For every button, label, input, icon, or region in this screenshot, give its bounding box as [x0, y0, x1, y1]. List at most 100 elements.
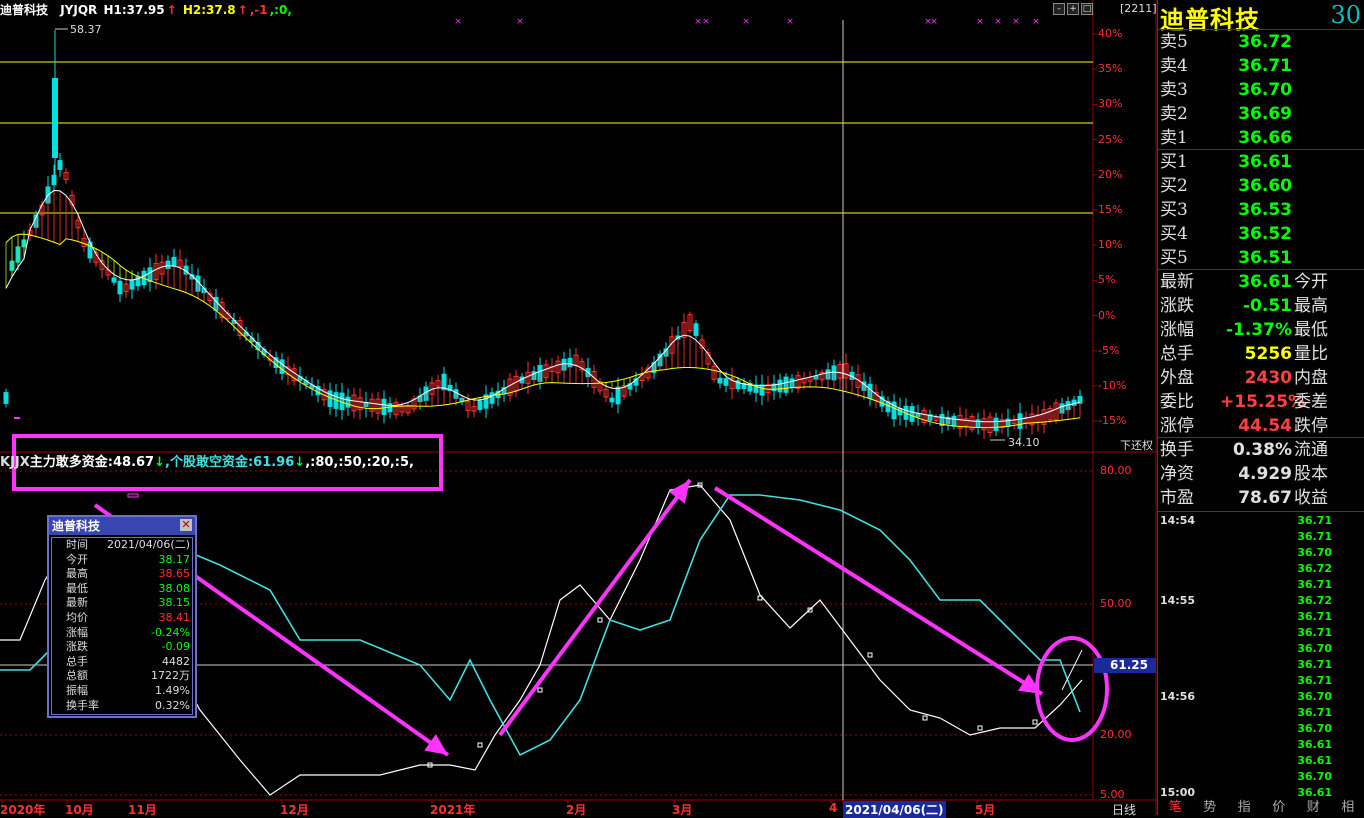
stat-row: 净资4.929股本: [1158, 462, 1364, 486]
stat-label: 最新: [1160, 270, 1194, 294]
popup-value: 38.08: [159, 582, 191, 597]
stat-row: 总手5256量比: [1158, 342, 1364, 366]
current-value: 61.25: [1110, 658, 1148, 673]
tick-price: 36.61: [1278, 753, 1332, 769]
candle-body: [490, 393, 494, 404]
signal-square: [923, 716, 927, 720]
tick-time: 14:56: [1160, 689, 1195, 705]
ask-row[interactable]: 卖236.69: [1158, 102, 1364, 126]
bid-row[interactable]: 买436.52: [1158, 222, 1364, 246]
arrow-b: ↓: [294, 455, 305, 470]
tick-price: 36.70: [1278, 545, 1332, 561]
popup-row: 振幅1.49%: [52, 684, 192, 699]
stat-value: +15.25%: [1220, 390, 1292, 414]
low-mark-label: 34.10: [1008, 436, 1040, 449]
ask-row[interactable]: 卖536.72: [1158, 30, 1364, 54]
popup-value: 4482: [162, 655, 190, 670]
popup-key: 换手率: [66, 699, 99, 714]
close-icon[interactable]: ✕: [180, 519, 192, 531]
tick-time: 14:55: [1160, 593, 1195, 609]
header-rest-2: ,:0,: [270, 3, 292, 17]
quote-tab[interactable]: 价: [1262, 800, 1297, 815]
quote-tab[interactable]: 笔: [1158, 800, 1193, 815]
tick-row: 36.61: [1158, 737, 1364, 753]
ask-row[interactable]: 卖336.70: [1158, 78, 1364, 102]
popup-key: 最低: [66, 582, 88, 597]
restore-button[interactable]: □: [1081, 3, 1093, 15]
restore-label[interactable]: 下还权: [1120, 437, 1153, 453]
info-popup[interactable]: 迪普科技 ✕ 时间2021/04/06(二)今开38.17最高38.65最低38…: [47, 515, 197, 718]
pct-label: 0%: [1098, 309, 1115, 322]
signal-square: [538, 688, 542, 692]
bid-price: 36.61: [1220, 150, 1292, 174]
stat-value: -1.37%: [1220, 318, 1292, 342]
bid-row[interactable]: 买136.61: [1158, 150, 1364, 174]
popup-key: 均价: [66, 611, 88, 626]
ask-price: 36.66: [1220, 126, 1292, 150]
popup-key: 总手: [66, 655, 88, 670]
tick-price: 36.70: [1278, 689, 1332, 705]
high-mark-label: 58.37: [70, 23, 102, 36]
tick-row: 36.70: [1158, 721, 1364, 737]
quote-tab[interactable]: 相: [1331, 800, 1364, 815]
popup-value: 38.65: [159, 567, 191, 582]
bid-price: 36.51: [1220, 246, 1292, 270]
indicator-name[interactable]: JYJQR: [60, 3, 97, 17]
tick-row: 14:5436.71: [1158, 513, 1364, 529]
stat-row: 换手0.38%流通: [1158, 438, 1364, 462]
maximize-button[interactable]: +: [1067, 3, 1079, 15]
tick-row: 36.71: [1158, 705, 1364, 721]
stat-value: 2430: [1220, 366, 1292, 390]
marker-dash: [14, 417, 20, 419]
pct-label: 20%: [1098, 168, 1122, 181]
signal-square: [978, 726, 982, 730]
tick-price: 36.71: [1278, 609, 1332, 625]
popup-key: 总额: [66, 669, 88, 684]
tick-price: 36.71: [1278, 577, 1332, 593]
ind-axis-label: 80.00: [1100, 464, 1132, 477]
ask-price: 36.69: [1220, 102, 1292, 126]
tick-row: 36.71: [1158, 529, 1364, 545]
quote-tab[interactable]: 指: [1227, 800, 1262, 815]
period-label[interactable]: 日线: [1112, 801, 1136, 818]
stat-value: 5256: [1220, 342, 1292, 366]
minimize-button[interactable]: -: [1053, 3, 1065, 15]
stat-value: 36.61: [1220, 270, 1292, 294]
bid-row[interactable]: 买236.60: [1158, 174, 1364, 198]
candle-body: [172, 257, 176, 266]
stat-value: 4.929: [1220, 462, 1292, 486]
tick-price: 36.72: [1278, 561, 1332, 577]
popup-value: 1722万: [151, 669, 190, 684]
header-rest-1: ,-1: [250, 3, 268, 17]
tick-row: 15:0036.61: [1158, 785, 1364, 801]
pct-label: 25%: [1098, 133, 1122, 146]
stat-label-2: 内盘: [1294, 366, 1328, 390]
pct-label: 30%: [1098, 97, 1122, 110]
stock-short: ,个股敢空资金:61.96: [165, 455, 294, 470]
quote-tab[interactable]: 势: [1193, 800, 1228, 815]
quote-sep: [1158, 511, 1364, 512]
candle-body: [130, 280, 134, 289]
ask-row[interactable]: 卖1 36.66: [1158, 126, 1364, 150]
bid-row[interactable]: 买536.51: [1158, 246, 1364, 270]
stat-label-2: 跌停: [1294, 414, 1328, 438]
stat-value: 0.38%: [1220, 438, 1292, 462]
stat-row: 最新36.61今开: [1158, 270, 1364, 294]
tick-price: 36.72: [1278, 593, 1332, 609]
bid-price: 36.52: [1220, 222, 1292, 246]
ask-label: 卖1: [1160, 126, 1188, 150]
ask-price: 36.71: [1220, 54, 1292, 78]
stat-value: 78.67: [1220, 486, 1292, 510]
pct-label: 40%: [1098, 27, 1122, 40]
bid-label: 买2: [1160, 174, 1188, 198]
quote-tab[interactable]: 财: [1296, 800, 1331, 815]
ask-row[interactable]: 卖436.71: [1158, 54, 1364, 78]
spike-body: [52, 78, 58, 158]
tick-row: 36.70: [1158, 769, 1364, 785]
popup-row: 总额 1722万: [52, 669, 192, 684]
bid-row[interactable]: 买336.53: [1158, 198, 1364, 222]
annotation-arrow-2-head: [669, 480, 690, 504]
annotation-arrow-1-head: [424, 734, 448, 755]
quote-title-num: 30: [1330, 1, 1361, 29]
popup-row: 时间2021/04/06(二): [52, 538, 192, 553]
